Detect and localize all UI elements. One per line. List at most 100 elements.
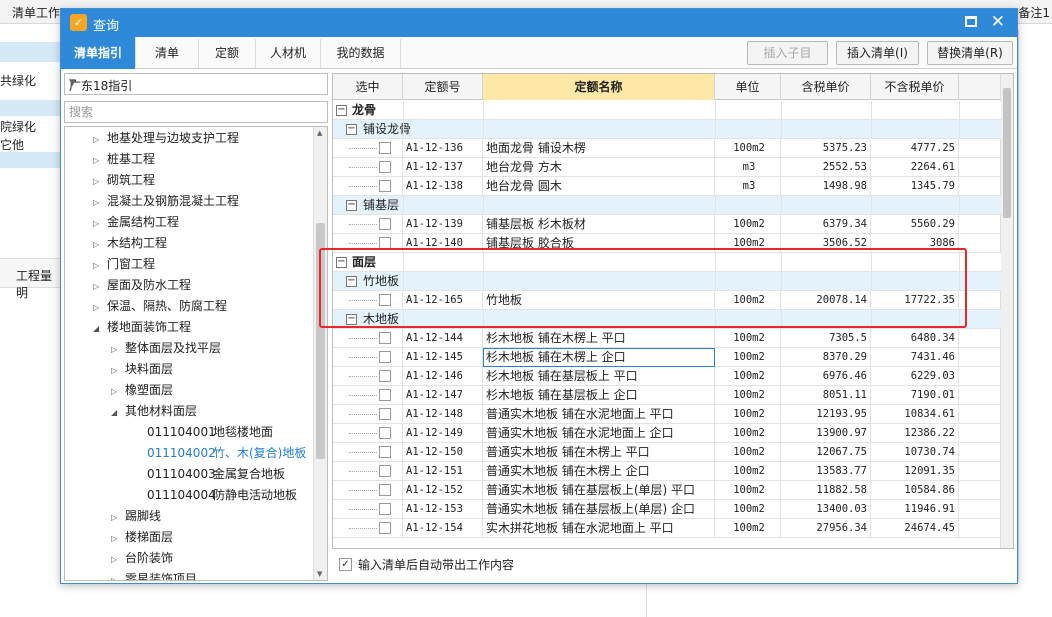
- expand-arrow-icon[interactable]: ▷: [93, 171, 107, 192]
- cell-price-notax[interactable]: 6480.34: [871, 329, 959, 348]
- row-checkbox[interactable]: [379, 408, 391, 420]
- row-checkbox[interactable]: [379, 142, 391, 154]
- cell-price-notax[interactable]: 2264.61: [871, 158, 959, 177]
- cell-code[interactable]: A1-12-139: [403, 215, 483, 234]
- expand-arrow-icon[interactable]: ▷: [93, 213, 107, 234]
- cell-name[interactable]: 杉木地板 铺在基层板上 企口: [483, 386, 715, 405]
- cell-code[interactable]: A1-12-152: [403, 481, 483, 500]
- tab-quota[interactable]: 定额: [199, 39, 256, 69]
- cell-price-tax[interactable]: 6976.46: [781, 367, 871, 386]
- cell-name[interactable]: 杉木地板 铺在木楞上 平口: [483, 329, 715, 348]
- collapse-toggle-icon[interactable]: −: [346, 200, 357, 211]
- scroll-up-icon[interactable]: ▲: [317, 129, 322, 137]
- cell-name[interactable]: 地台龙骨 方木: [483, 158, 715, 177]
- table-row[interactable]: A1-12-154 实木拼花地板 铺在水泥地面上 平口 100m2 27956.34 2…: [333, 519, 1001, 538]
- cell-price-notax[interactable]: 24674.45: [871, 519, 959, 538]
- cell-price-tax[interactable]: 8370.29: [781, 348, 871, 367]
- cell-price-tax[interactable]: 27956.34: [781, 519, 871, 538]
- cell-price-notax[interactable]: 12386.22: [871, 424, 959, 443]
- insert-list-button[interactable]: 插入清单(I): [836, 41, 919, 65]
- cell-price-tax[interactable]: 20078.14: [781, 291, 871, 310]
- category-row[interactable]: − 面层: [333, 253, 1001, 272]
- cell-code[interactable]: A1-12-154: [403, 519, 483, 538]
- cell-code[interactable]: A1-12-149: [403, 424, 483, 443]
- row-checkbox[interactable]: [379, 294, 391, 306]
- cell-name[interactable]: 普通实木地板 铺在基层板上(单层) 平口: [483, 481, 715, 500]
- cell-code[interactable]: A1-12-147: [403, 386, 483, 405]
- cell-code[interactable]: A1-12-136: [403, 139, 483, 158]
- cell-name[interactable]: 普通实木地板 铺在水泥地面上 平口: [483, 405, 715, 424]
- tree-item[interactable]: ▷ 门窗工程: [93, 254, 155, 275]
- tab-list-guide[interactable]: 清单指引: [61, 37, 136, 69]
- search-box[interactable]: [64, 101, 328, 123]
- subcategory-row[interactable]: − 铺基层: [333, 196, 1001, 215]
- cell-price-tax[interactable]: 13900.97: [781, 424, 871, 443]
- row-checkbox[interactable]: [379, 484, 391, 496]
- cell-unit[interactable]: 100m2: [715, 500, 781, 519]
- table-row[interactable]: A1-12-145 杉木地板 铺在木楞上 企口 100m2 8370.29 7431.4…: [333, 348, 1001, 367]
- cell-code[interactable]: A1-12-144: [403, 329, 483, 348]
- cell-code[interactable]: A1-12-151: [403, 462, 483, 481]
- cell-unit[interactable]: 100m2: [715, 481, 781, 500]
- cell-price-tax[interactable]: 7305.5: [781, 329, 871, 348]
- table-scrollbar[interactable]: [1000, 74, 1013, 548]
- cell-unit[interactable]: 100m2: [715, 348, 781, 367]
- tab-list[interactable]: 清单: [136, 39, 199, 69]
- dialog-titlebar[interactable]: ✓ 查询 ✕: [61, 9, 1017, 37]
- tree-item[interactable]: ▷ 砌筑工程: [93, 170, 155, 191]
- cell-price-notax[interactable]: 7190.01: [871, 386, 959, 405]
- cell-name[interactable]: 普通实木地板 铺在基层板上(单层) 企口: [483, 500, 715, 519]
- scroll-thumb[interactable]: [1003, 88, 1011, 218]
- expand-arrow-icon[interactable]: ▷: [111, 570, 125, 580]
- tree-item[interactable]: 011104002竹、木(复合)地板: [147, 443, 306, 464]
- tree-item[interactable]: 011104004防静电活动地板: [147, 485, 297, 506]
- category-row[interactable]: − 龙骨: [333, 101, 1001, 120]
- expand-arrow-icon[interactable]: ▷: [93, 192, 107, 213]
- table-row[interactable]: A1-12-148 普通实木地板 铺在水泥地面上 平口 100m2 12193.95 1…: [333, 405, 1001, 424]
- expand-arrow-icon[interactable]: ▷: [93, 255, 107, 276]
- collapse-arrow-icon[interactable]: ◢: [93, 318, 107, 339]
- cell-unit[interactable]: 100m2: [715, 139, 781, 158]
- background-tab[interactable]: 工程量明: [0, 258, 60, 300]
- table-row[interactable]: A1-12-144 杉木地板 铺在木楞上 平口 100m2 7305.5 6480.34: [333, 329, 1001, 348]
- tree-item[interactable]: ▷ 台阶装饰: [111, 548, 173, 569]
- cell-code[interactable]: A1-12-146: [403, 367, 483, 386]
- cell-price-tax[interactable]: 3506.52: [781, 234, 871, 253]
- tree-item[interactable]: ▷ 地基处理与边坡支护工程: [93, 128, 239, 149]
- table-row[interactable]: A1-12-139 铺基层板 杉木板材 100m2 6379.34 5560.29: [333, 215, 1001, 234]
- table-row[interactable]: A1-12-140 铺基层板 胶合板 100m2 3506.52 3086: [333, 234, 1001, 253]
- cell-name[interactable]: 杉木地板 铺在基层板上 平口: [483, 367, 715, 386]
- tree-item[interactable]: ▷ 楼梯面层: [111, 527, 173, 548]
- expand-arrow-icon[interactable]: ▷: [93, 150, 107, 171]
- expand-arrow-icon[interactable]: ▷: [93, 276, 107, 297]
- cell-price-notax[interactable]: 5560.29: [871, 215, 959, 234]
- cell-unit[interactable]: m3: [715, 177, 781, 196]
- cell-price-notax[interactable]: 10834.61: [871, 405, 959, 424]
- cell-name[interactable]: 铺基层板 杉木板材: [483, 215, 715, 234]
- cell-name[interactable]: 铺基层板 胶合板: [483, 234, 715, 253]
- cell-price-tax[interactable]: 1498.98: [781, 177, 871, 196]
- expand-arrow-icon[interactable]: ▷: [93, 234, 107, 255]
- cell-name[interactable]: 竹地板: [483, 291, 715, 310]
- cell-name[interactable]: 杉木地板 铺在木楞上 企口: [483, 348, 715, 367]
- expand-arrow-icon[interactable]: ▷: [93, 129, 107, 150]
- subcategory-row[interactable]: − 木地板: [333, 310, 1001, 329]
- cell-name[interactable]: 地台龙骨 圆木: [483, 177, 715, 196]
- guide-select[interactable]: 广东18指引 ▼: [64, 73, 328, 95]
- tree-item[interactable]: ◢ 楼地面装饰工程: [93, 317, 191, 338]
- chevron-down-icon[interactable]: ▼: [69, 78, 323, 88]
- row-checkbox[interactable]: [379, 351, 391, 363]
- tree-item[interactable]: ▷ 屋面及防水工程: [93, 275, 191, 296]
- scroll-down-icon[interactable]: ▼: [317, 570, 322, 578]
- collapse-toggle-icon[interactable]: −: [336, 105, 347, 116]
- tree-item[interactable]: 011104001地毯楼地面: [147, 422, 273, 443]
- row-checkbox[interactable]: [379, 522, 391, 534]
- tree-item[interactable]: ▷ 零星装饰项目: [111, 569, 197, 580]
- cell-price-tax[interactable]: 13583.77: [781, 462, 871, 481]
- table-row[interactable]: A1-12-147 杉木地板 铺在基层板上 企口 100m2 8051.11 7190.…: [333, 386, 1001, 405]
- row-checkbox[interactable]: [379, 465, 391, 477]
- cell-price-tax[interactable]: 12067.75: [781, 443, 871, 462]
- cell-price-tax[interactable]: 6379.34: [781, 215, 871, 234]
- cell-name[interactable]: 地面龙骨 铺设木楞: [483, 139, 715, 158]
- row-checkbox[interactable]: [379, 446, 391, 458]
